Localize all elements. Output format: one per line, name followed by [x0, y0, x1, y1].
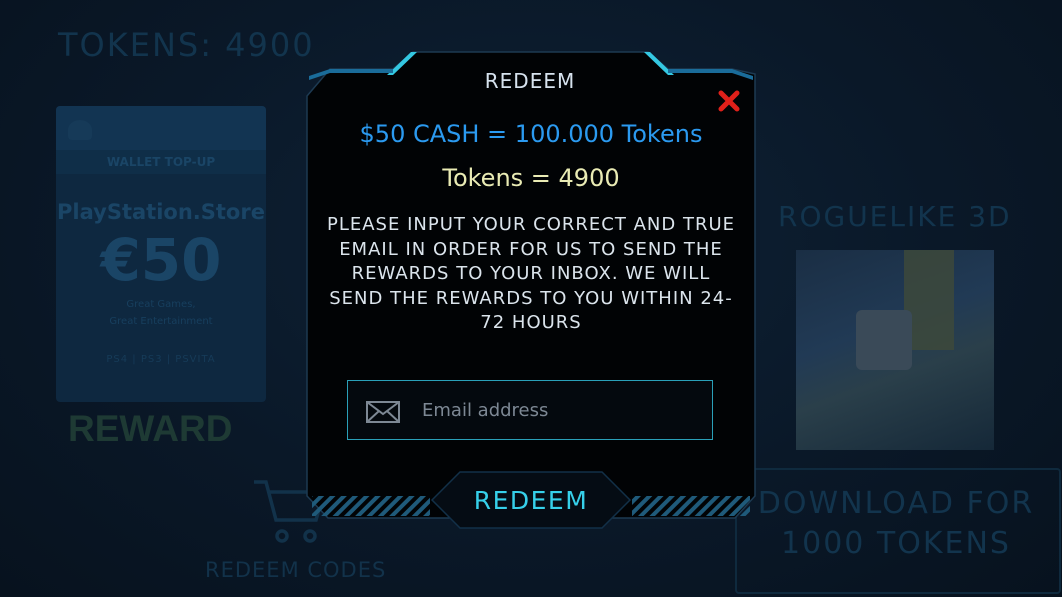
instructions-text: PLEASE INPUT YOUR CORRECT AND TRUE EMAIL… — [326, 214, 735, 333]
mail-icon — [366, 401, 400, 423]
dialog-title: REDEEM — [484, 69, 576, 93]
email-field[interactable] — [347, 380, 713, 440]
email-input[interactable] — [420, 381, 704, 440]
close-icon[interactable] — [716, 88, 742, 114]
token-balance-text: Tokens = 4900 — [442, 164, 620, 192]
redeem-dialog: REDEEM $50 CASH = 100.000 Tokens Tokens … — [0, 0, 1062, 597]
exchange-rate-text: $50 CASH = 100.000 Tokens — [359, 120, 703, 148]
redeem-button-label: REDEEM — [473, 486, 589, 515]
